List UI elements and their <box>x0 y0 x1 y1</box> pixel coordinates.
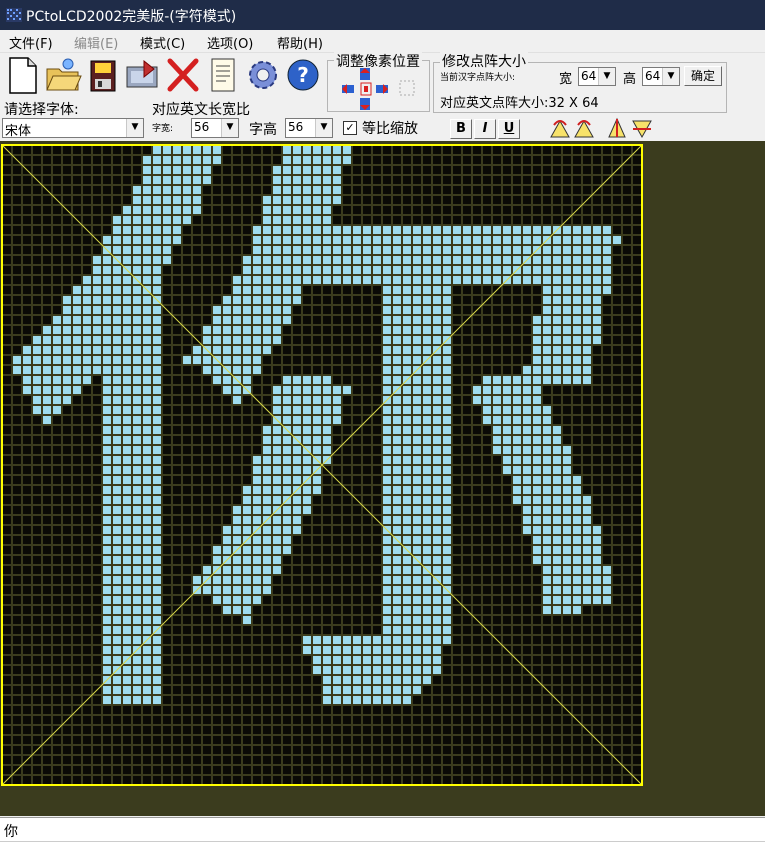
chevron-down-icon: ▼ <box>598 68 615 85</box>
window-title: PCtoLCD2002完美版-(字符模式) <box>26 9 237 25</box>
flip-horizontal-icon[interactable] <box>608 117 626 138</box>
char-width-label: 字宽: <box>152 124 174 134</box>
svg-text:?: ? <box>297 63 309 87</box>
menu-bar: 文件(F) 编辑(E) 模式(C) 选项(O) 帮助(H) <box>0 30 765 53</box>
english-size-label: 对应英文点阵大小:32 X 64 <box>440 96 599 111</box>
char-width-value: 56 <box>194 120 210 134</box>
help-icon[interactable]: ? <box>284 55 322 95</box>
shift-left-icon[interactable] <box>342 84 354 94</box>
export-icon[interactable] <box>124 55 162 95</box>
confirm-size-button[interactable]: 确定 <box>684 66 722 86</box>
new-file-icon[interactable] <box>4 55 42 95</box>
menu-edit[interactable]: 编辑(E) <box>74 33 118 52</box>
shift-center-icon[interactable] <box>360 82 372 96</box>
save-disk-icon[interactable] <box>84 55 122 95</box>
app-icon <box>6 8 22 22</box>
current-size-label: 当前汉字点阵大小: <box>440 73 516 83</box>
scale-checkbox[interactable]: ✓ <box>343 121 357 135</box>
text-input[interactable]: 你 <box>0 817 765 841</box>
select-font-label: 请选择字体: <box>4 102 79 118</box>
menu-file[interactable]: 文件(F) <box>9 33 53 52</box>
ratio-label: 对应英文长宽比 <box>152 102 250 118</box>
pixel-shift-arrows <box>342 68 415 110</box>
width-select[interactable]: 64 ▼ <box>578 67 616 86</box>
height-select[interactable]: 64 ▼ <box>642 67 680 86</box>
chevron-down-icon: ▼ <box>221 119 238 137</box>
char-height-label: 字高 <box>249 122 277 138</box>
shift-up-icon[interactable] <box>360 68 370 80</box>
dot-matrix-grid[interactable] <box>0 141 765 816</box>
dot-size-title: 修改点阵大小 <box>440 51 528 71</box>
italic-button[interactable]: I <box>474 119 496 139</box>
font-value: 宋体 <box>5 124 32 139</box>
width-value: 64 <box>581 69 597 83</box>
shift-down-icon[interactable] <box>360 98 370 110</box>
chevron-down-icon: ▼ <box>315 119 332 137</box>
rotate-icons <box>550 119 594 138</box>
dot-matrix-canvas[interactable] <box>0 141 765 816</box>
rotate-right-icon[interactable] <box>574 119 594 138</box>
char-height-select[interactable]: 56 ▼ <box>285 118 333 138</box>
chevron-down-icon: ▼ <box>662 68 679 85</box>
chevron-down-icon: ▼ <box>126 119 143 137</box>
menu-mode[interactable]: 模式(C) <box>140 33 185 52</box>
shift-disabled-icon <box>399 80 415 96</box>
underline-button[interactable]: U <box>498 119 520 139</box>
width-label: 宽 <box>559 72 573 87</box>
rotate-left-icon[interactable] <box>550 119 570 138</box>
notes-icon[interactable] <box>204 55 242 95</box>
settings-gear-icon[interactable] <box>244 55 282 95</box>
height-label: 高 <box>623 72 637 87</box>
open-folder-icon[interactable] <box>44 55 82 95</box>
scale-label: 等比缩放 <box>362 121 418 137</box>
title-bar: PCtoLCD2002完美版-(字符模式) <box>0 0 765 30</box>
menu-options[interactable]: 选项(O) <box>207 33 253 52</box>
shift-right-icon[interactable] <box>376 84 388 94</box>
font-select[interactable]: 宋体 ▼ <box>2 118 144 139</box>
bold-button[interactable]: B <box>450 119 472 139</box>
delete-x-icon[interactable] <box>164 55 202 95</box>
menu-help[interactable]: 帮助(H) <box>277 33 323 52</box>
flip-icons <box>608 117 652 139</box>
flip-vertical-icon[interactable] <box>632 120 652 139</box>
height-value: 64 <box>645 69 661 83</box>
char-height-value: 56 <box>288 120 304 134</box>
char-width-select[interactable]: 56 ▼ <box>191 118 239 138</box>
